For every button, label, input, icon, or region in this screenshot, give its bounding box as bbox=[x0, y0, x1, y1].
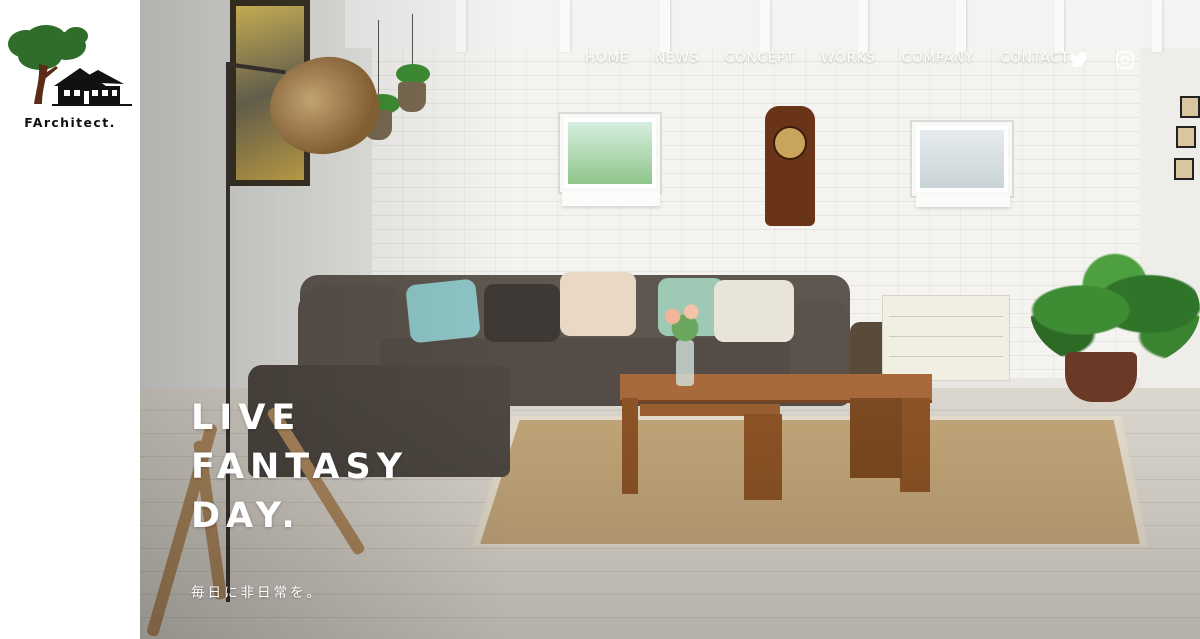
hero-image bbox=[140, 0, 1200, 639]
hero-headline: LIVE FANTASY DAY. bbox=[191, 394, 408, 541]
nav-company[interactable]: COMPANY bbox=[902, 50, 974, 66]
tree-and-house-logo-icon bbox=[8, 25, 132, 106]
nav-concept[interactable]: CONCEPT bbox=[725, 50, 795, 66]
nav-works[interactable]: WORKS bbox=[821, 50, 876, 66]
brand-name: FArchitect. bbox=[24, 115, 116, 130]
headline-line-3: DAY. bbox=[191, 496, 301, 536]
nav-contact[interactable]: CONTACT bbox=[1000, 50, 1070, 66]
logo-panel: FArchitect. bbox=[0, 0, 140, 639]
instagram-icon[interactable] bbox=[1115, 50, 1135, 70]
nav-news[interactable]: NEWS bbox=[655, 50, 699, 66]
headline-line-1: LIVE bbox=[191, 398, 302, 438]
twitter-icon[interactable] bbox=[1069, 50, 1089, 70]
main-nav: HOME NEWS CONCEPT WORKS COMPANY CONTACT bbox=[585, 50, 1096, 66]
nav-home[interactable]: HOME bbox=[585, 50, 629, 66]
hero-subcopy: 毎日に非日常を。 bbox=[191, 585, 323, 601]
headline-line-2: FANTASY bbox=[191, 447, 409, 487]
